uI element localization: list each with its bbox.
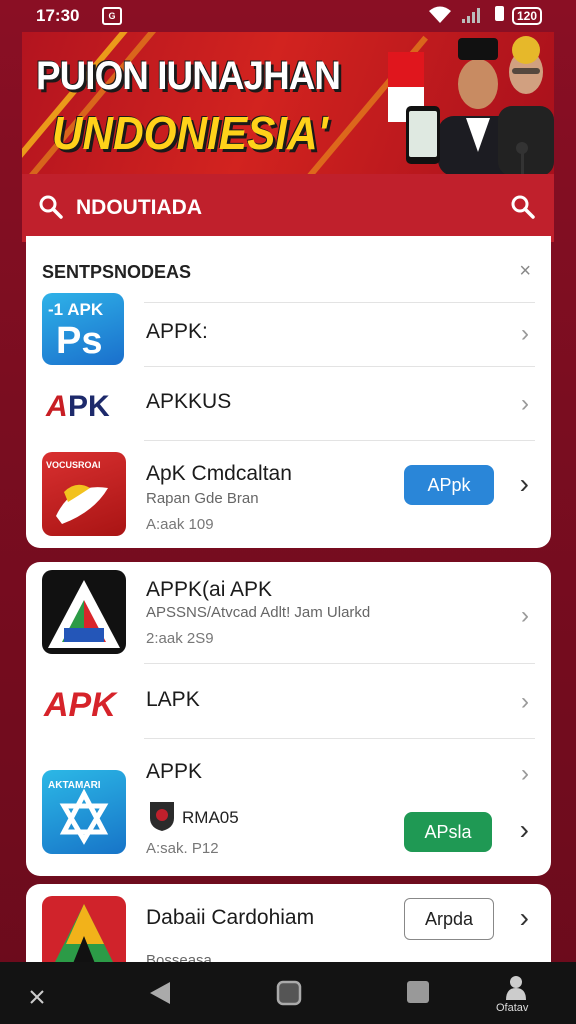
app-icon-star: AKTAMARI: [42, 770, 126, 854]
list-item[interactable]: A PK APKKUS ›: [26, 372, 551, 440]
wifi-icon: [429, 6, 451, 23]
clock: 17:30: [36, 6, 80, 25]
profile-icon[interactable]: [505, 974, 527, 1000]
app-subtitle: APSSNS/Atvcad Adlt! Jam Ularkd: [146, 604, 371, 621]
banner-title-line1: PUION IUNAJHAN: [36, 54, 341, 98]
app-meta: A:sak. P12: [146, 840, 219, 857]
close-icon[interactable]: [28, 988, 46, 1006]
chevron-right-icon: ›: [521, 390, 529, 417]
app-icon-triangle: [42, 570, 126, 654]
app-icon-vocus: VOCUSROAI: [42, 452, 126, 536]
navigation-bar: Ofatav: [0, 962, 576, 1024]
search-input[interactable]: NDOUTIADA: [76, 196, 202, 220]
chevron-right-icon: ›: [521, 602, 529, 629]
profile-label: Ofatav: [496, 1002, 529, 1014]
notification-icon: G: [102, 7, 122, 25]
app-title: APPK: [146, 760, 203, 783]
svg-text:A: A: [45, 390, 68, 423]
close-icon[interactable]: ×: [519, 260, 531, 283]
install-button[interactable]: APpk: [404, 465, 494, 505]
search-submit-icon[interactable]: [510, 194, 536, 220]
app-meta: A:aak 109: [146, 516, 214, 533]
promo-banner[interactable]: PUION IUNAJHAN UNDONIESIA': [22, 32, 554, 174]
app-title: APPK(ai APK: [146, 578, 273, 601]
app-title: Dabaii Cardohiam: [146, 906, 315, 929]
app-title: LAPK: [146, 688, 200, 711]
chevron-right-icon[interactable]: ›: [520, 902, 529, 934]
svg-text:-1 APK: -1 APK: [48, 300, 104, 319]
chevron-right-icon[interactable]: ›: [520, 468, 529, 500]
svg-text:APK: APK: [43, 686, 118, 724]
svg-text:Ps: Ps: [56, 320, 102, 362]
list-item[interactable]: AKTAMARI APPK RMA05 A:sak. P12 › APsla ›: [26, 742, 551, 866]
back-icon[interactable]: [148, 980, 172, 1006]
app-icon-apk: A PK: [45, 390, 110, 423]
app-title: APKKUS: [146, 390, 232, 413]
app-icon-ps: -1 APK Ps: [42, 293, 124, 365]
svg-text:VOCUSROAI: VOCUSROAI: [46, 460, 101, 470]
chevron-right-icon: ›: [521, 688, 529, 715]
battery-icon: [495, 6, 504, 21]
home-icon[interactable]: [276, 980, 302, 1006]
recents-icon[interactable]: [406, 980, 430, 1004]
svg-text:PK: PK: [68, 390, 110, 423]
list-item[interactable]: APK LAPK ›: [26, 666, 551, 738]
app-icon-apk-red: APK: [43, 686, 118, 724]
list-item[interactable]: VOCUSROAI ApK Cmdcaltan Rapan Gde Bran A…: [26, 448, 551, 540]
app-title: ApK Cmdcaltan: [146, 462, 292, 485]
battery-level: 120: [512, 7, 543, 25]
open-button[interactable]: Arpda: [404, 898, 494, 940]
app-meta: 2:aak 2S9: [146, 630, 214, 647]
chevron-right-icon[interactable]: ›: [520, 814, 529, 846]
app-list-card: SENTPSNODEAS × -1 APK Ps APPK: › A PK AP…: [26, 236, 551, 548]
search-icon: [39, 195, 63, 219]
microphone-icon: [516, 142, 528, 174]
banner-title-line2: UNDONIESIA': [52, 107, 328, 159]
install-button[interactable]: APsla: [404, 812, 492, 852]
status-bar: 17:30 G 120: [0, 0, 576, 32]
section-title: SENTPSNODEAS: [42, 262, 192, 282]
app-title: APPK:: [146, 320, 208, 343]
search-bar[interactable]: NDOUTIADA: [22, 174, 554, 242]
chevron-right-icon: ›: [521, 320, 529, 347]
list-item[interactable]: APPK(ai APK APSSNS/Atvcad Adlt! Jam Ular…: [26, 566, 551, 662]
svg-text:AKTAMARI: AKTAMARI: [48, 780, 101, 791]
phone-image: [406, 106, 440, 164]
chevron-right-icon: ›: [521, 760, 529, 787]
list-item[interactable]: -1 APK Ps APPK: ›: [26, 290, 551, 365]
app-subtitle: Rapan Gde Bran: [146, 490, 259, 507]
app-list-card-2: APPK(ai APK APSSNS/Atvcad Adlt! Jam Ular…: [26, 562, 551, 876]
badge-icon: [150, 802, 174, 831]
signal-icon: [462, 8, 480, 23]
app-subtitle: RMA05: [182, 808, 239, 827]
